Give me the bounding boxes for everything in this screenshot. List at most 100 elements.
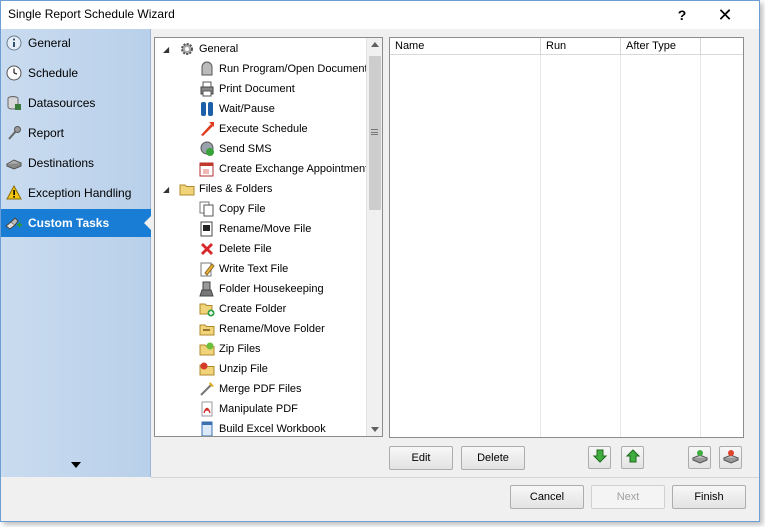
sidebar-scroll-down-icon[interactable] — [71, 462, 81, 468]
tree-label: Rename/Move Folder — [219, 323, 325, 335]
sidebar-item-datasources[interactable]: Datasources — [1, 89, 151, 117]
tree-item-wait-pause[interactable]: Wait/Pause — [199, 99, 275, 119]
help-button[interactable]: ? — [671, 4, 693, 26]
excel-icon — [199, 421, 215, 436]
finish-button[interactable]: Finish — [672, 485, 746, 509]
tree-item-create-folder[interactable]: Create Folder — [199, 299, 286, 319]
zip-icon — [199, 341, 215, 357]
sidebar-item-label: Custom Tasks — [28, 216, 110, 230]
import-button[interactable] — [688, 446, 711, 469]
tree-label: Execute Schedule — [219, 123, 308, 135]
move-down-button[interactable] — [588, 446, 611, 469]
next-button[interactable]: Next — [591, 485, 665, 509]
expand-triangle-icon[interactable]: ◢ — [163, 185, 173, 194]
tree-item-write-text-file[interactable]: Write Text File — [199, 259, 288, 279]
window-title: Single Report Schedule Wizard — [8, 7, 175, 21]
grip-icon — [371, 129, 378, 135]
tree-label: Manipulate PDF — [219, 403, 298, 415]
column-divider — [620, 55, 621, 437]
warning-icon — [5, 184, 23, 202]
pdf-icon — [199, 401, 215, 417]
wizard-window: Single Report Schedule Wizard ? ✕ Genera… — [0, 0, 760, 522]
sidebar-item-label: Report — [28, 126, 65, 140]
sidebar-item-label: Datasources — [28, 96, 96, 110]
scroll-up-icon[interactable] — [371, 42, 379, 47]
delete-button[interactable]: Delete — [461, 446, 525, 470]
tasks-grid[interactable]: Name Run After Type — [389, 37, 744, 438]
sidebar-item-label: Exception Handling — [28, 186, 132, 200]
write-file-icon — [199, 261, 215, 277]
export-button[interactable] — [719, 446, 742, 469]
tree-label: Copy File — [219, 203, 266, 215]
tree-group-files-folders[interactable]: ◢ Files & Folders — [163, 179, 272, 199]
tree-group-general[interactable]: ◢ General — [163, 39, 238, 59]
tree-label: Write Text File — [219, 263, 289, 275]
tree-item-manipulate-pdf[interactable]: Manipulate PDF — [199, 399, 298, 419]
arrow-up-icon — [625, 448, 641, 467]
task-tree[interactable]: ◢ General Run Program/Open Document Prin… — [154, 37, 383, 437]
tree-label: Files & Folders — [199, 183, 273, 195]
delete-icon — [199, 241, 215, 257]
tree-item-print-document[interactable]: Print Document — [199, 79, 295, 99]
tree-item-send-sms[interactable]: Send SMS — [199, 139, 272, 159]
export-icon — [722, 448, 739, 467]
sidebar-item-destinations[interactable]: Destinations — [1, 149, 151, 177]
column-header-name[interactable]: Name — [390, 38, 541, 55]
sidebar-item-report[interactable]: Report — [1, 119, 151, 147]
sidebar: General Schedule Datasources Report Dest… — [1, 29, 152, 477]
tree-item-exchange-appointment[interactable]: Create Exchange Appointment — [199, 159, 368, 179]
clock-icon — [5, 64, 23, 82]
tree-label: Unzip File — [219, 363, 268, 375]
tree-item-rename-move-folder[interactable]: Rename/Move Folder — [199, 319, 325, 339]
tree-item-copy-file[interactable]: Copy File — [199, 199, 265, 219]
tree-item-delete-file[interactable]: Delete File — [199, 239, 272, 259]
tree-item-unzip-file[interactable]: Unzip File — [199, 359, 268, 379]
title-bar: Single Report Schedule Wizard ? ✕ — [1, 1, 759, 29]
sidebar-item-schedule[interactable]: Schedule — [1, 59, 151, 87]
sidebar-item-label: Schedule — [28, 66, 79, 80]
edit-button[interactable]: Edit — [389, 446, 453, 470]
tree-item-run-program[interactable]: Run Program/Open Document — [199, 59, 368, 79]
printer-icon — [5, 154, 23, 172]
tree-label: General — [199, 43, 239, 55]
info-icon — [5, 34, 23, 52]
import-icon — [691, 448, 708, 467]
tree-label: Create Exchange Appointment — [219, 163, 369, 175]
tree-scrollbar[interactable] — [366, 38, 382, 436]
sidebar-item-exception-handling[interactable]: Exception Handling — [1, 179, 151, 207]
tree-item-merge-pdf[interactable]: Merge PDF Files — [199, 379, 302, 399]
tree-label: Delete File — [219, 243, 272, 255]
column-header-extra[interactable] — [701, 38, 743, 55]
pause-icon — [199, 101, 215, 117]
column-header-run[interactable]: Run — [541, 38, 621, 55]
print-icon — [199, 81, 215, 97]
tree-item-zip-files[interactable]: Zip Files — [199, 339, 261, 359]
tree-label: Build Excel Workbook — [219, 423, 326, 435]
column-divider — [540, 55, 541, 437]
tree-item-build-excel-workbook[interactable]: Build Excel Workbook — [199, 419, 326, 436]
rename-file-icon — [199, 221, 215, 237]
unzip-icon — [199, 361, 215, 377]
rename-folder-icon — [199, 321, 215, 337]
sidebar-item-custom-tasks[interactable]: Custom Tasks — [1, 209, 152, 237]
tree-item-folder-housekeeping[interactable]: Folder Housekeeping — [199, 279, 324, 299]
cancel-button[interactable]: Cancel — [510, 485, 584, 509]
sidebar-item-general[interactable]: General — [1, 29, 151, 57]
database-icon — [5, 94, 23, 112]
scroll-down-icon[interactable] — [371, 427, 379, 432]
footer-divider — [151, 477, 759, 478]
execute-schedule-icon — [199, 121, 215, 137]
tree-item-execute-schedule[interactable]: Execute Schedule — [199, 119, 308, 139]
column-divider — [700, 55, 701, 437]
tree-label: Zip Files — [219, 343, 261, 355]
close-button[interactable]: ✕ — [711, 4, 739, 26]
expand-triangle-icon[interactable]: ◢ — [163, 45, 173, 54]
tree-label: Wait/Pause — [219, 103, 275, 115]
gear-icon — [179, 41, 195, 57]
column-header-after-type[interactable]: After Type — [621, 38, 701, 55]
folder-icon — [179, 181, 195, 197]
tree-item-rename-move-file[interactable]: Rename/Move File — [199, 219, 311, 239]
sidebar-item-label: General — [28, 36, 71, 50]
tree-label: Print Document — [219, 83, 295, 95]
move-up-button[interactable] — [621, 446, 644, 469]
